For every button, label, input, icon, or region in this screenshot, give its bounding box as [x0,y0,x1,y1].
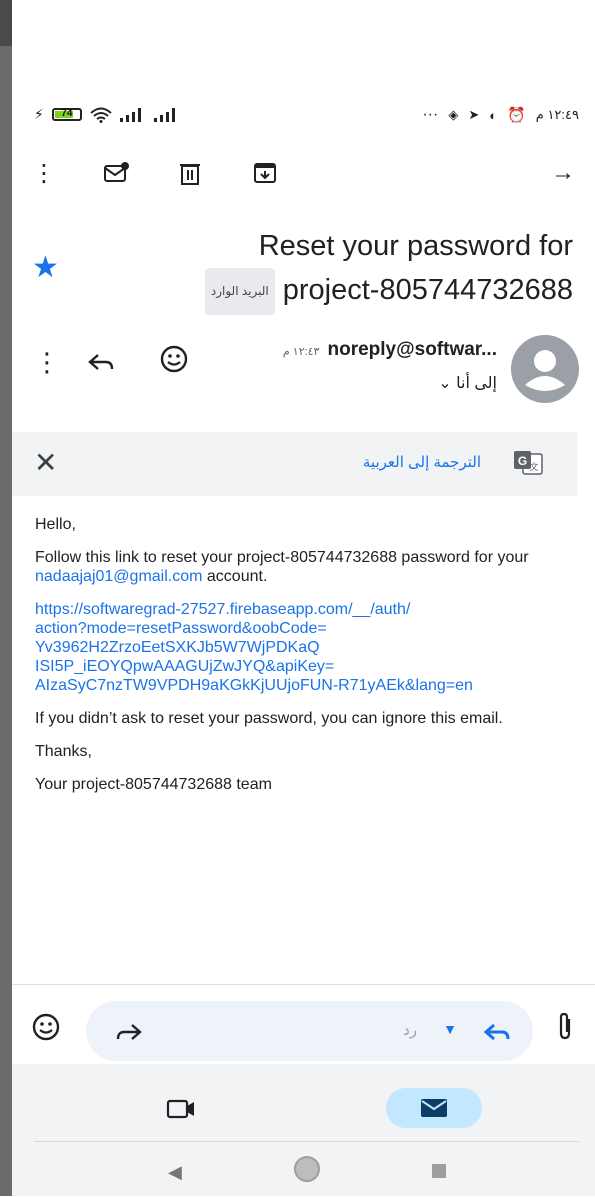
attach-icon[interactable] [556,1011,574,1048]
email-link[interactable]: nadaajaj01@gmail.com [35,568,202,585]
charging-icon: ⚡ [34,106,44,122]
signature: Your project-805744732688 team [35,776,272,793]
star-icon[interactable]: ★ [32,250,59,285]
location-arrow-icon: ➤ [468,107,480,122]
inbox-label-chip[interactable]: البريد الوارد [204,268,275,315]
status-left: ⚡ 74 [34,106,180,123]
recipients-toggle[interactable]: ⌄ إلى أنا [438,373,497,393]
emoji-react-icon[interactable] [32,1013,60,1048]
mail-icon [421,1099,447,1117]
shield-icon: ◐ [489,107,498,123]
close-icon[interactable]: ✕ [34,446,57,479]
forward-icon[interactable] [116,1019,142,1050]
more-vert-icon[interactable]: ⋮ [32,155,56,191]
alarm-icon: ⏰ [507,107,526,124]
translate-button[interactable]: الترجمة إلى العربية [363,453,481,471]
system-nav-bar: ◀ [34,1141,579,1197]
bottom-navigation: ◀ [12,1064,595,1196]
svg-text:G: G [518,454,527,468]
reply-placeholder: رد [403,1022,417,1039]
mark-unread-icon[interactable] [102,155,132,191]
top-dark-strip [0,0,12,46]
avatar [511,335,579,403]
reply-area: رد ▼ [12,984,595,1065]
battery-level: 74 [61,108,73,119]
more-dots: ··· [422,106,439,123]
left-gray-strip [0,0,12,1196]
emoji-icon[interactable] [160,345,188,380]
caret-down-icon[interactable]: ▼ [443,1021,457,1037]
email-body: Hello, Follow this link to reset your pr… [35,515,583,808]
status-right: ··· ◈ ➤ ◐ ⏰ ١٢:٤٩ م [422,106,579,124]
reply-icon[interactable] [88,349,114,380]
reset-link[interactable]: https://softwaregrad-27527.firebaseapp.c… [35,600,583,695]
mail-tab[interactable] [386,1088,482,1128]
archive-icon[interactable] [250,155,280,191]
subject-line-2: project-805744732688 [282,274,573,307]
status-time: ١٢:٤٩ م [535,107,579,122]
body-paragraph-3: If you didn’t ask to reset your password… [35,710,503,727]
body-paragraph-1: Follow this link to reset your project-8… [35,549,529,585]
recents-square-icon[interactable] [432,1164,446,1178]
status-bar: ⚡ 74 ··· ◈ ➤ ◐ ⏰ ١٢:٤٩ م [34,104,579,132]
delete-icon[interactable] [175,155,205,191]
wifi-icon [90,107,112,123]
sender-more-icon[interactable]: ⋮ [34,347,60,378]
forward-arrow-icon[interactable]: → [548,155,578,191]
signal-icon-2 [153,107,175,122]
chevron-down-icon: ⌄ [438,375,452,392]
signal-icon-1 [119,107,141,122]
back-triangle-icon[interactable]: ◀ [168,1162,182,1183]
home-circle-icon[interactable] [294,1156,320,1182]
reply-arrow-icon[interactable] [483,1019,511,1050]
greeting: Hello, [35,516,76,533]
battery-icon: 74 [51,108,82,121]
sender-name[interactable]: ١٢:٤٣ م noreply@softwar... [283,339,497,361]
meet-video-icon[interactable] [166,1096,196,1127]
sender-row: ⋮ ١٢:٤٣ م noreply@softwar... ⌄ إلى أنا [34,335,579,405]
email-toolbar: ⋮ → [32,155,579,195]
svg-text:文: 文 [529,461,538,473]
translate-bar: ✕ الترجمة إلى العربية G 文 [12,432,577,496]
layers-icon: ◈ [448,107,459,122]
email-subject: Reset your password for البريد الوارد pro… [93,225,573,315]
reply-compose-pill[interactable]: رد ▼ [86,1001,533,1061]
thanks-line: Thanks, [35,743,92,760]
subject-line-1: Reset your password for [258,230,573,262]
google-translate-icon: G 文 [513,450,543,476]
email-time: ١٢:٤٣ م [282,346,320,358]
